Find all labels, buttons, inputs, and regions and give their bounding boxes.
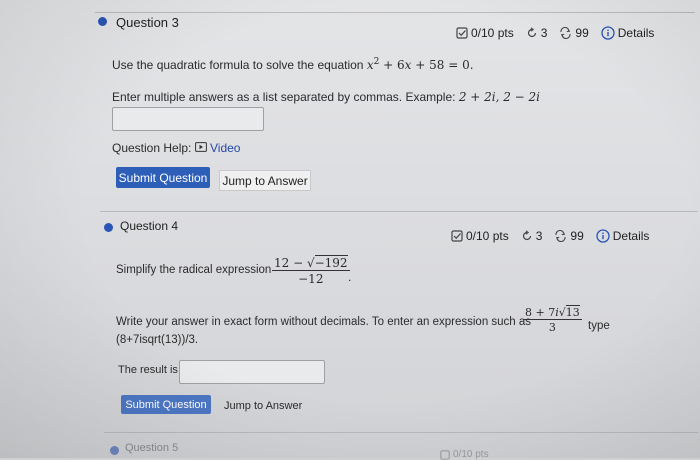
- example-syntax: (8+7isqrt(13))/3.: [116, 334, 199, 346]
- question-3-meta: 0/10 pts 3 99 Details: [456, 26, 654, 40]
- question-4-meta: 0/10 pts 3 99 Details: [451, 229, 649, 243]
- info-circle-icon[interactable]: [596, 229, 610, 243]
- question-5-title: Question 5: [125, 442, 179, 454]
- question-3-prompt: Use the quadratic formula to solve the e…: [112, 57, 474, 72]
- question-3-bullet: [98, 17, 107, 26]
- question-4-retries: 99: [570, 229, 584, 243]
- instruction-text: Enter multiple answers as a list separat…: [112, 90, 459, 104]
- example-numerator: 8 + 7i√13: [523, 305, 582, 319]
- video-play-icon: [195, 141, 207, 155]
- info-circle-icon[interactable]: [601, 26, 615, 40]
- example-fraction: 8 + 7i√13 3: [523, 305, 582, 334]
- question-3-attempts: 3: [540, 26, 548, 40]
- type-label: type: [588, 320, 610, 332]
- checkbox-icon: [456, 27, 468, 39]
- radicand: −192: [314, 255, 348, 270]
- question-3-jump-button[interactable]: Jump to Answer: [219, 170, 311, 191]
- assignment-page: Question 3 0/10 pts 3 99 Details Use the…: [0, 0, 700, 460]
- question-5-points: 0/10 pts: [453, 449, 489, 460]
- result-label: The result is: [118, 364, 178, 376]
- radical-expression-fraction: 12 − √−192 −12: [272, 255, 350, 286]
- question-5-meta: 0/10 pts: [440, 449, 489, 460]
- question-4-details-link[interactable]: Details: [613, 229, 650, 243]
- retry-arrows-icon: [554, 230, 567, 242]
- sqrt-symbol: √: [306, 256, 315, 270]
- question-3-retries: 99: [575, 26, 589, 40]
- question-4-submit-button[interactable]: Submit Question: [121, 395, 211, 414]
- math-var: x: [366, 58, 374, 72]
- refresh-icon: [526, 27, 538, 39]
- math-term: + 58 = 0.: [411, 58, 474, 72]
- question-4-points: 0/10 pts: [466, 229, 509, 243]
- math-term: + 6: [379, 58, 405, 72]
- checkbox-icon: [451, 230, 463, 242]
- video-link[interactable]: Video: [195, 141, 240, 155]
- question-4-prompt: Simplify the radical expression: [116, 264, 272, 276]
- question-4-attempts: 3: [535, 229, 543, 243]
- question-help: Question Help:: [112, 141, 191, 155]
- question-divider: [104, 432, 698, 433]
- example-radicand: 13: [565, 305, 580, 319]
- sqrt-symbol: √: [558, 306, 566, 319]
- question-3-answer-input[interactable]: [112, 107, 264, 131]
- question-4-bullet: [104, 223, 113, 232]
- refresh-icon: [521, 230, 533, 242]
- question-4-answer-input[interactable]: [179, 360, 325, 384]
- question-3-instruction: Enter multiple answers as a list separat…: [112, 90, 540, 104]
- question-5-bullet: [110, 446, 119, 455]
- checkbox-icon: [440, 449, 450, 460]
- prompt-text: Use the quadratic formula to solve the e…: [112, 58, 367, 72]
- retry-arrows-icon: [559, 27, 572, 39]
- example-term: 8 + 7: [525, 306, 556, 319]
- question-3-title: Question 3: [116, 15, 179, 30]
- question-divider: [100, 211, 698, 212]
- fraction-denominator: −12: [298, 272, 324, 286]
- fraction-tail: .: [348, 270, 352, 284]
- question-4-instruction: Write your answer in exact form without …: [116, 316, 532, 328]
- question-4-title: Question 4: [120, 219, 179, 233]
- question-help-label: Question Help:: [112, 141, 192, 155]
- example-denominator: 3: [548, 321, 556, 334]
- question-4-jump-button[interactable]: Jump to Answer: [224, 400, 302, 412]
- question-3-submit-button[interactable]: Submit Question: [116, 167, 210, 188]
- video-link-label[interactable]: Video: [210, 141, 240, 155]
- top-divider: [95, 12, 695, 13]
- instruction-example: 2 + 2i, 2 − 2i: [458, 90, 541, 104]
- numerator-term: 12 −: [274, 256, 307, 270]
- question-3-details-link[interactable]: Details: [618, 26, 655, 40]
- fraction-numerator: 12 − √−192: [272, 255, 350, 270]
- question-3-points: 0/10 pts: [471, 26, 514, 40]
